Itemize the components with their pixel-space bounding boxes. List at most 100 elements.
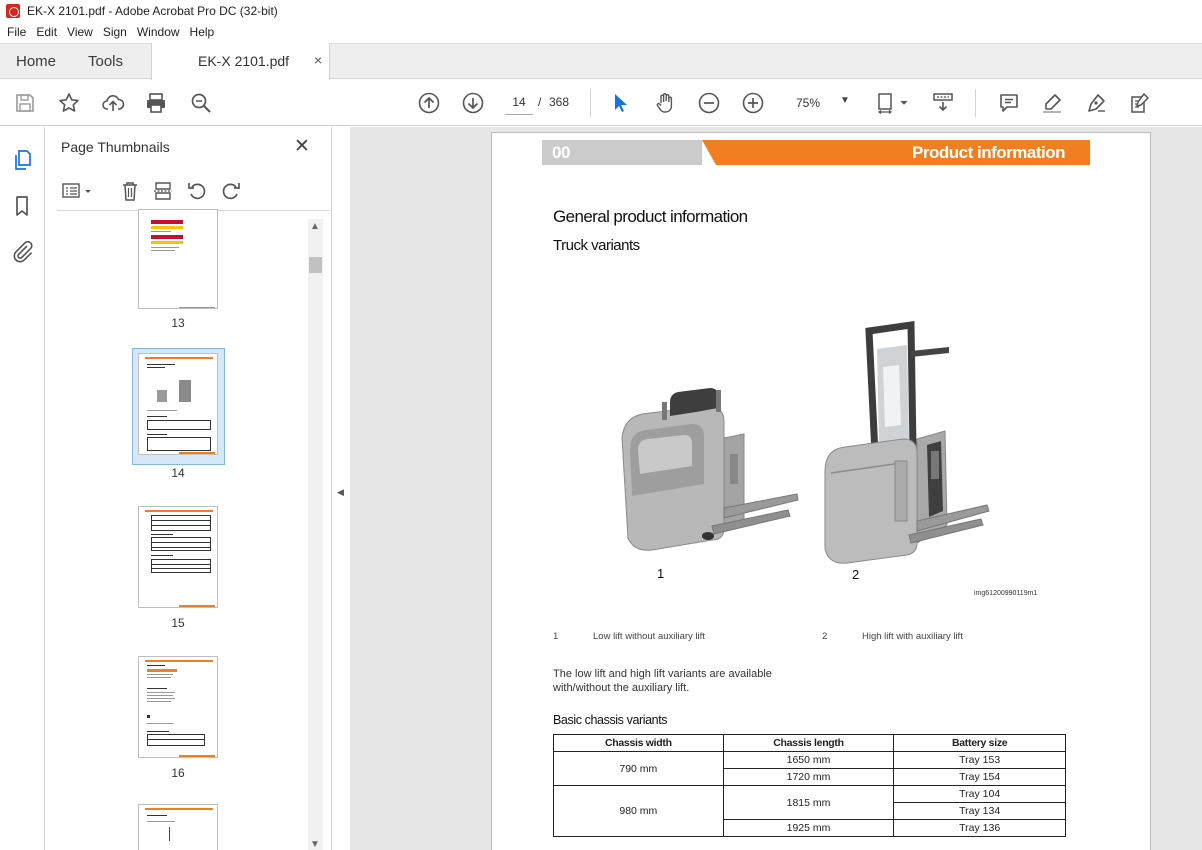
cell-tray-154: Tray 154 [893,768,1066,786]
page-thumbnail-15[interactable] [138,506,218,608]
page-thumbnail-16[interactable] [138,656,218,758]
delete-page-icon[interactable] [119,180,141,202]
acrobat-logo-icon [6,4,20,18]
upload-cloud-icon[interactable] [101,91,125,115]
select-cursor-icon[interactable] [608,91,632,115]
chapter-number: 00 [552,143,570,162]
scroll-mode-icon[interactable] [931,91,955,115]
bookmark-icon[interactable] [10,194,34,218]
zoom-level-value: 75% [796,96,821,110]
panel-title: Page Thumbnails [61,139,170,155]
window-title: EK-X 2101.pdf - Adobe Acrobat Pro DC (32… [27,4,278,18]
zoom-search-icon[interactable] [189,91,213,115]
tab-document[interactable]: EK-X 2101.pdf × [151,43,330,80]
previous-page-icon[interactable] [417,91,441,115]
header-battery-size: Battery size [893,734,1066,752]
variants-paragraph: The low lift and high lift variants are … [553,668,772,694]
page-fit-icon[interactable] [876,91,910,115]
scrollbar-thumb[interactable] [309,257,322,273]
tab-tools[interactable]: Tools [88,53,123,70]
left-rail [0,127,45,850]
page-thumbnails-panel: Page Thumbnails ✕ 13 14 15 16 ▲ ▼ [45,127,332,850]
menu-help[interactable]: Help [185,25,220,39]
menu-view[interactable]: View [62,25,98,39]
panel-collapse-strip[interactable]: ◀ [332,127,350,850]
legend-text-2: High lift with auxiliary lift [862,631,963,642]
scroll-down-icon[interactable]: ▼ [310,839,320,850]
zoom-in-icon[interactable] [741,91,765,115]
cell-tray-153: Tray 153 [893,751,1066,769]
cell-width-790: 790 mm [553,751,724,786]
document-viewport[interactable]: 00 Product information General product i… [350,127,1202,850]
page-number-input[interactable] [505,89,533,115]
fill-sign-icon[interactable] [1084,91,1108,115]
attachment-paperclip-icon[interactable] [10,239,34,263]
legend-number-2: 2 [822,631,828,642]
table-header-row: Chassis width Chassis length Battery siz… [553,734,1066,752]
thumbnail-label-15: 15 [171,616,185,630]
figure-label-1: 1 [657,566,665,581]
print-icon[interactable] [144,91,168,115]
star-icon[interactable] [57,91,81,115]
cell-length-1925: 1925 mm [722,819,895,837]
chevron-down-icon: ▼ [840,95,850,106]
chapter-title: Product information [912,143,1065,162]
high-lift-truck-image [824,321,990,564]
cell-tray-134: Tray 134 [893,802,1066,820]
comment-icon[interactable] [997,91,1021,115]
cell-length-1650: 1650 mm [722,751,895,769]
tab-document-label: EK-X 2101.pdf [198,53,290,69]
highlight-pen-icon[interactable] [1040,91,1064,115]
extract-pages-icon[interactable] [152,180,174,202]
thumbnail-label-13: 13 [171,316,185,330]
cell-tray-136: Tray 136 [893,819,1066,837]
rotate-clockwise-icon[interactable] [220,180,242,202]
page-separator: / [538,95,542,109]
cell-length-1815: 1815 mm [722,785,895,820]
options-menu-icon[interactable] [61,180,95,202]
thumbnails-scrollbar[interactable]: ▲ ▼ [308,219,323,850]
zoom-level-dropdown[interactable]: 75% ▼ [790,91,854,115]
next-page-icon[interactable] [461,91,485,115]
scroll-up-icon[interactable]: ▲ [310,221,320,232]
header-chassis-width: Chassis width [553,734,724,752]
legend-number-1: 1 [553,631,559,642]
menu-sign[interactable]: Sign [98,25,132,39]
close-panel-icon[interactable]: ✕ [294,135,310,158]
save-icon[interactable] [13,91,37,115]
collapse-left-icon[interactable]: ◀ [337,487,344,498]
thumbnail-label-16: 16 [171,766,185,780]
table-row: 980 mm 1815 mm Tray 104 [553,785,1066,837]
tab-home[interactable]: Home [16,53,56,70]
total-pages: 368 [549,95,570,109]
thumbnail-label-14: 14 [171,466,185,480]
chassis-variants-table: Chassis width Chassis length Battery siz… [553,734,1066,837]
rotate-counterclockwise-icon[interactable] [186,180,208,202]
toolbar-divider [975,89,976,117]
close-tab-icon[interactable]: × [314,52,322,68]
zoom-out-icon[interactable] [697,91,721,115]
toolbar: / 368 75% ▼ [0,80,1202,126]
menu-window[interactable]: Window [132,25,185,39]
page-thumbnails-icon[interactable] [10,148,34,172]
menu-file[interactable]: File [2,25,31,39]
section-heading: General product information [553,207,748,226]
thumbnail-tools [57,171,330,211]
tab-bar: Home Tools EK-X 2101.pdf × [0,43,1202,80]
header-chassis-length: Chassis length [722,734,895,752]
page-thumbnail-13[interactable] [138,209,218,309]
hand-tool-icon[interactable] [653,91,677,115]
page-thumbnail-14[interactable] [138,353,218,455]
legend-text-1: Low lift without auxiliary lift [593,631,705,642]
table-row: 790 mm 1650 mm Tray 153 [553,751,1066,786]
title-bar: EK-X 2101.pdf - Adobe Acrobat Pro DC (32… [0,0,1202,22]
cell-tray-104: Tray 104 [893,785,1066,803]
cell-length-1720: 1720 mm [722,768,895,786]
menu-edit[interactable]: Edit [31,25,62,39]
low-lift-truck-image [621,388,799,551]
pdf-page: 00 Product information General product i… [491,132,1151,850]
edit-pdf-icon[interactable] [1128,91,1152,115]
page-thumbnail-17[interactable] [138,804,218,850]
image-id: img61200990119m1 [974,590,1038,597]
menu-bar: File Edit View Sign Window Help [0,22,1202,42]
